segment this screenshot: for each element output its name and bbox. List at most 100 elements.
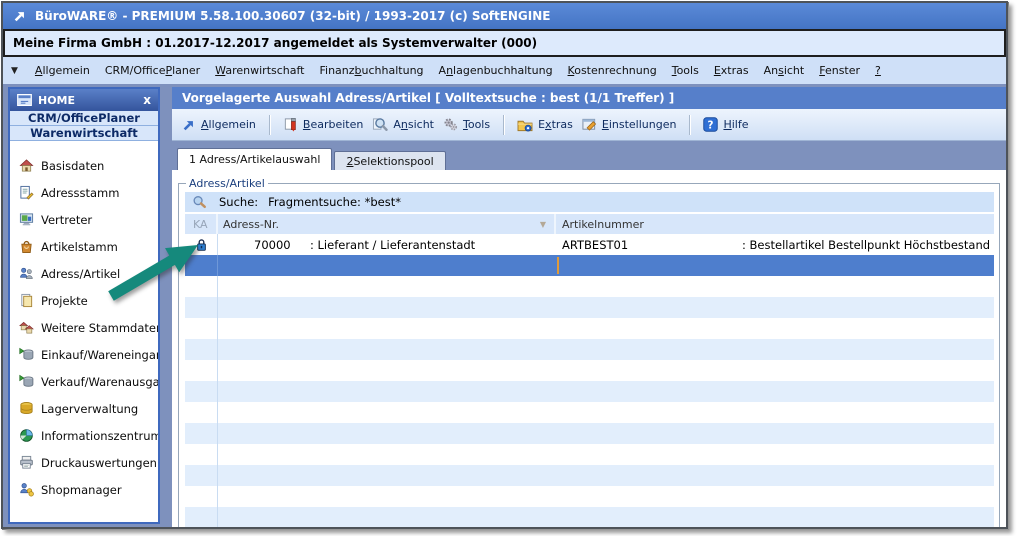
column-header-artikelnummer[interactable]: Artikelnummer [556,214,994,234]
magnifier-icon [372,117,388,132]
table-row-empty[interactable] [185,465,994,486]
shop-users-icon [19,482,34,497]
sidebar-item-8[interactable]: Verkauf/Warenausgang [10,368,158,395]
toolbar-item-label: Allgemein [201,118,256,131]
menu-item-8[interactable]: Ansicht [764,64,805,77]
menu-item-2[interactable]: Warenwirtschaft [215,64,304,77]
tab-strip: 1 Adress/Artikelauswahl2 Selektionspool [172,141,1006,170]
adress-artikel-groupbox: Adress/Artikel Suche: Fragmentsuche: *be… [178,177,1000,527]
sidebar-item-5[interactable]: Projekte [10,287,158,314]
toolbar-item-3[interactable]: Tools [443,117,490,132]
database-out-icon [19,374,34,389]
tab-0[interactable]: 1 Adress/Artikelauswahl [177,148,332,170]
groupbox-label: Adress/Artikel [186,177,268,190]
monitor-icon [19,212,34,227]
table-row-empty[interactable] [185,360,994,381]
app-window: BüroWARE® - PREMIUM 5.58.100.30607 (32-b… [1,1,1008,529]
barrel-icon [19,401,34,416]
app-arrow-icon [13,9,27,23]
main-panel: Vorgelagerte Auswahl Adress/Artikel [ Vo… [172,87,1006,527]
table-row-empty[interactable] [185,339,994,360]
cell-artikelnummer [556,318,994,339]
sidebar-item-11[interactable]: Druckauswertungen [10,449,158,476]
table-row-empty[interactable] [185,507,994,527]
table-header: KA Adress-Nr. ▼ Artikelnummer [185,214,994,234]
cell-adress-nr [218,297,556,318]
cell-artikelnummer [556,255,994,276]
sidebar-item-0[interactable]: Basisdaten [10,152,158,179]
menu-item-10[interactable]: ? [875,64,881,77]
table-row-empty[interactable] [185,381,994,402]
sidebar-item-label: Adressstamm [41,186,119,200]
window-title: BüroWARE® - PREMIUM 5.58.100.30607 (32-b… [35,9,551,23]
toolbar-item-label: Einstellungen [602,118,677,131]
menu-item-3[interactable]: Finanzbuchhaltung [320,64,424,77]
search-bar[interactable]: Suche: Fragmentsuche: *best* [185,192,994,212]
cell-adress-nr [218,318,556,339]
table-row-empty[interactable] [185,276,994,297]
panel-window-icon [17,94,32,106]
menu-item-0[interactable]: Allgemein [35,64,90,77]
table-row-empty[interactable] [185,423,994,444]
toolbar-item-4[interactable]: Extras [517,118,573,132]
sidebar-item-label: Einkauf/Wareneingang [41,348,158,362]
toolbar-separator [269,115,270,135]
table-row-empty[interactable] [185,318,994,339]
lock-icon [196,238,207,252]
toolbar-item-6[interactable]: ?Hilfe [703,117,748,132]
table-row-selected[interactable] [185,255,994,276]
menu-item-6[interactable]: Tools [672,64,699,77]
cell-ka [185,465,218,486]
cell-artikelnummer [556,276,994,297]
sidebar-section-0[interactable]: CRM/OfficePlaner [10,111,158,126]
toolbar-item-0[interactable]: Allgemein [182,118,256,132]
sidebar-item-3[interactable]: Artikelstamm [10,233,158,260]
cell-cursor [557,257,559,274]
cell-ka [185,339,218,360]
sidebar-item-label: Shopmanager [41,483,122,497]
menu-item-9[interactable]: Fenster [819,64,860,77]
sidebar-item-12[interactable]: Shopmanager [10,476,158,503]
sidebar-section-1[interactable]: Warenwirtschaft [10,126,158,141]
menu-item-1[interactable]: CRM/OfficePlaner [105,64,200,77]
table-row-empty[interactable] [185,486,994,507]
sidebar-items: Basisdaten Adressstamm VertreterArtikelsta… [10,141,158,522]
sidebar-item-6[interactable]: Weitere Stammdaten [10,314,158,341]
sidebar-item-4[interactable]: Adress/Artikel [10,260,158,287]
sidebar-item-9[interactable]: Lagerverwaltung [10,395,158,422]
cell-ka [185,381,218,402]
sidebar-item-2[interactable]: Vertreter [10,206,158,233]
database-in-icon [19,347,34,362]
toolbar-item-2[interactable]: Ansicht [372,117,434,132]
company-status-bar: Meine Firma GmbH : 01.2017-12.2017 angem… [3,29,1006,57]
table-row-empty[interactable] [185,402,994,423]
sidebar-item-7[interactable]: Einkauf/Wareneingang [10,341,158,368]
sidebar-sections: CRM/OfficePlanerWarenwirtschaft [10,111,158,141]
menu-item-5[interactable]: Kostenrechnung [568,64,657,77]
toolbar-item-label: Bearbeiten [303,118,363,131]
sidebar-item-1[interactable]: Adressstamm [10,179,158,206]
houses-icon [19,320,34,335]
toolbar-item-1[interactable]: Bearbeiten [283,117,363,132]
table-row-result[interactable]: 70000: Lieferant / LieferantenstadtARTBE… [185,234,994,255]
tab-1[interactable]: 2 Selektionspool [334,151,445,170]
sidebar-close-button[interactable]: x [143,93,151,107]
company-status-text: Meine Firma GmbH : 01.2017-12.2017 angem… [13,36,537,50]
toolbar-item-5[interactable]: Einstellungen [582,117,677,132]
sidebar-item-label: Projekte [41,294,88,308]
sidebar-item-10[interactable]: Informationszentrum [10,422,158,449]
menu-item-4[interactable]: Anlagenbuchhaltung [439,64,553,77]
column-header-ka[interactable]: KA [185,214,218,234]
cell-adress-nr [218,507,556,527]
gears-icon [443,117,458,132]
cell-artikelnummer [556,339,994,360]
cell-adress-nr [218,255,556,276]
menu-item-7[interactable]: Extras [714,64,749,77]
menu-chevron-icon[interactable]: ▼ [11,66,18,76]
cell-ka [185,297,218,318]
table-row-empty[interactable] [185,297,994,318]
column-header-adress-nr[interactable]: Adress-Nr. ▼ [218,214,556,234]
cell-artikelnummer [556,423,994,444]
table-row-empty[interactable] [185,444,994,465]
toolbar-item-label: Extras [538,118,573,131]
